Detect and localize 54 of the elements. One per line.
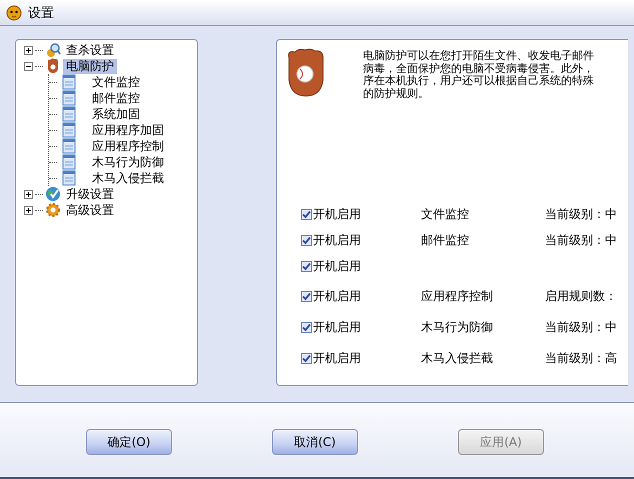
tree-item[interactable]: 木马入侵拦截 bbox=[89, 170, 167, 186]
checkbox[interactable] bbox=[301, 260, 312, 272]
document-icon bbox=[61, 170, 77, 186]
tree-item[interactable]: 系统加固 bbox=[89, 106, 143, 122]
checkbox[interactable] bbox=[301, 322, 312, 333]
monitor-name: 应用程序控制 bbox=[421, 288, 493, 305]
checkbox[interactable] bbox=[301, 209, 312, 220]
monitor-status: 启用规则数： bbox=[545, 288, 617, 305]
expand-icon[interactable] bbox=[24, 190, 33, 198]
tree-item[interactable]: 木马行为防御 bbox=[89, 154, 167, 170]
checkbox[interactable] bbox=[301, 234, 312, 246]
checkbox-label: 开机启用 bbox=[313, 319, 361, 336]
glove-icon bbox=[45, 58, 61, 74]
expand-icon[interactable] bbox=[24, 46, 33, 54]
tree-item[interactable]: 查杀设置 bbox=[63, 42, 117, 58]
document-icon bbox=[61, 106, 77, 122]
window-title: 设置 bbox=[28, 4, 54, 22]
checkbox-label: 开机启用 bbox=[313, 288, 361, 305]
document-icon bbox=[61, 138, 77, 154]
tree-item[interactable]: 文件监控 bbox=[89, 74, 143, 90]
checkbox-label: 开机启用 bbox=[313, 258, 361, 274]
tree-item[interactable]: 应用程序加固 bbox=[89, 122, 167, 138]
checkbox-label: 开机启用 bbox=[313, 206, 361, 223]
gear-icon bbox=[45, 202, 61, 218]
checkbox[interactable] bbox=[301, 352, 312, 364]
monitor-name: 木马行为防御 bbox=[421, 319, 493, 336]
document-icon bbox=[61, 154, 77, 170]
monitor-name: 文件监控 bbox=[421, 206, 469, 223]
tree-item[interactable]: 邮件监控 bbox=[89, 90, 143, 106]
tree-item[interactable]: 应用程序控制 bbox=[89, 138, 167, 154]
monitor-status: 当前级别：高 bbox=[545, 350, 617, 366]
dialog-button[interactable]: 确定(O) bbox=[86, 429, 172, 455]
expand-icon[interactable] bbox=[24, 206, 33, 214]
description-text: 病毒，全面保护您的电脑不受病毒侵害。此外， bbox=[363, 62, 594, 74]
monitor-name: 邮件监控 bbox=[421, 232, 469, 248]
document-icon bbox=[61, 122, 77, 138]
tree-item[interactable]: 高级设置 bbox=[63, 202, 117, 218]
globe-check-icon bbox=[45, 186, 61, 202]
checkbox-label: 开机启用 bbox=[313, 350, 361, 366]
monitor-status: 当前级别：中 bbox=[545, 319, 617, 336]
collapse-icon[interactable] bbox=[24, 62, 33, 70]
tree-item[interactable]: 电脑防护 bbox=[63, 58, 117, 74]
monitor-status: 当前级别：中 bbox=[545, 206, 617, 223]
description-text: 序在本机执行，用户还可以根据自己系统的特殊 bbox=[363, 75, 594, 88]
checkbox[interactable] bbox=[301, 291, 312, 302]
document-icon bbox=[61, 90, 77, 106]
description-text: 的防护规则。 bbox=[363, 88, 430, 100]
monitor-name: 木马入侵拦截 bbox=[421, 350, 493, 366]
tree-item[interactable]: 升级设置 bbox=[63, 186, 117, 202]
dialog-button[interactable]: 取消(C) bbox=[272, 429, 358, 455]
monitor-status: 当前级别：中 bbox=[545, 232, 617, 248]
description-text: 电脑防护可以在您打开陌生文件、收发电子邮件 bbox=[363, 50, 594, 62]
document-icon bbox=[61, 74, 77, 90]
checkbox-label: 开机启用 bbox=[313, 232, 361, 248]
